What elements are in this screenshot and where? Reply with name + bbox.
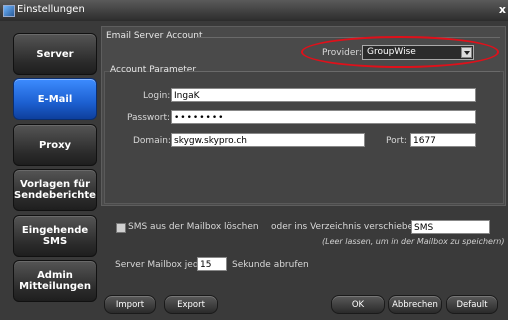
domain-input[interactable]: skygw.skypro.ch	[171, 133, 365, 147]
close-icon[interactable]: x	[499, 3, 506, 16]
delete-sms-checkbox[interactable]	[116, 223, 126, 233]
port-label: Port:	[386, 136, 407, 146]
sidebar-item-incoming-sms[interactable]: Eingehende SMS	[13, 215, 97, 257]
group-divider	[183, 71, 500, 72]
import-button[interactable]: Import	[104, 295, 156, 314]
domain-label: Domain:	[133, 136, 171, 146]
poll-interval-suffix: Sekunde abrufen	[232, 260, 309, 270]
login-label: Login:	[143, 91, 171, 101]
sidebar-item-admin-messages[interactable]: Admin Mitteilungen	[13, 260, 97, 302]
port-input[interactable]: 1677	[410, 133, 476, 147]
sidebar-item-email[interactable]: E-Mail	[13, 78, 97, 120]
poll-interval-prefix: Server Mailbox jede	[115, 260, 205, 270]
login-input[interactable]: IngaK	[171, 88, 476, 102]
sidebar-item-proxy[interactable]: Proxy	[13, 124, 97, 166]
move-folder-label: oder ins Verzeichnis verschieben:	[271, 222, 422, 232]
password-input[interactable]: ••••••••	[171, 110, 476, 124]
password-label: Passwort:	[127, 113, 171, 123]
title-bar: Einstellungen x	[0, 0, 508, 21]
settings-window: Einstellungen x Server E-Mail Proxy Vorl…	[0, 0, 508, 320]
poll-interval-input[interactable]: 15	[197, 257, 227, 271]
sidebar: Server E-Mail Proxy Vorlagen für Sendebe…	[0, 21, 97, 320]
sidebar-item-server[interactable]: Server	[13, 33, 97, 75]
window-title: Einstellungen	[17, 4, 85, 15]
ok-button[interactable]: OK	[331, 295, 385, 314]
provider-highlight-ellipse	[301, 36, 499, 68]
delete-sms-label: SMS aus der Mailbox löschen	[128, 222, 259, 232]
export-button[interactable]: Export	[164, 295, 218, 314]
move-folder-input[interactable]: SMS	[411, 220, 490, 234]
app-icon	[3, 5, 15, 17]
cancel-button[interactable]: Abbrechen	[388, 295, 442, 314]
account-group-title: Account Parameter	[110, 65, 197, 75]
move-folder-hint: (Leer lassen, um in der Mailbox zu speic…	[322, 237, 505, 246]
default-button[interactable]: Default	[446, 295, 498, 314]
email-server-group-title: Email Server Account	[106, 31, 203, 41]
sidebar-item-templates[interactable]: Vorlagen für Sendeberichte	[13, 169, 97, 211]
